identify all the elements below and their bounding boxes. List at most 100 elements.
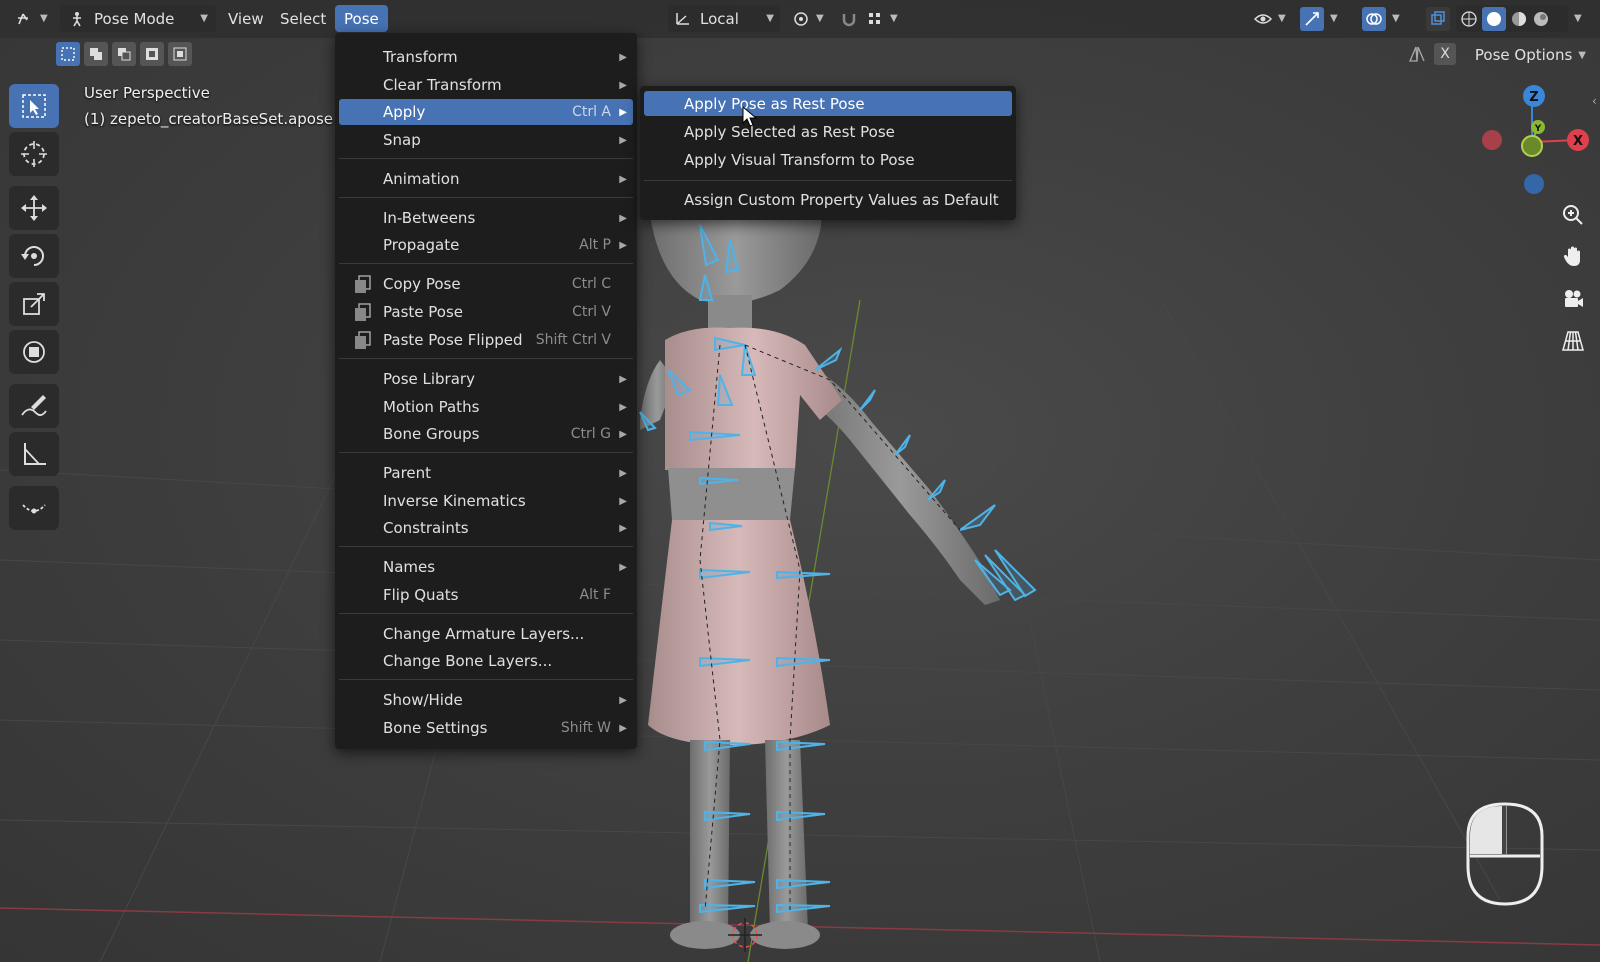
submenu-arrow-icon: ▶	[619, 722, 627, 734]
transform-tool[interactable]	[9, 330, 59, 374]
xray-icon	[1431, 10, 1445, 25]
grid-perspective-icon	[1562, 331, 1584, 351]
select-intersect-icon[interactable]	[168, 42, 192, 66]
xray-toggle[interactable]	[1424, 5, 1452, 32]
pose-menu-item-paste-pose[interactable]: Paste Pose Ctrl V	[339, 299, 633, 325]
rotate-tool[interactable]	[9, 234, 59, 278]
menu-item-shortcut: Ctrl G	[570, 426, 611, 442]
mode-dropdown[interactable]: Pose Mode ▼	[60, 5, 216, 32]
menu-item-shortcut: Alt P	[579, 237, 611, 253]
pose-menu-item-transform[interactable]: Transform ▶	[339, 44, 633, 70]
snap-target-dropdown[interactable]: ▼	[864, 5, 906, 32]
pose-menu[interactable]: Pose	[335, 5, 388, 32]
perspective-toggle-button[interactable]	[1556, 324, 1590, 358]
x-mirror-toggle[interactable]: X	[1434, 43, 1456, 65]
wireframe-shading-icon[interactable]	[1460, 10, 1478, 28]
overlays-toggle[interactable]: ▼	[1358, 5, 1412, 32]
pose-menu-item-parent[interactable]: Parent ▶	[339, 460, 633, 486]
submenu-arrow-icon: ▶	[619, 401, 627, 413]
pose-menu-item-flip-quats[interactable]: Flip Quats Alt F	[339, 582, 633, 608]
menu-separator	[339, 158, 633, 159]
menu-item-label: Transform	[383, 48, 458, 66]
gizmo-toggle[interactable]: ▼	[1296, 5, 1350, 32]
apply-pose-as-rest-pose[interactable]: Apply Pose as Rest Pose	[644, 91, 1012, 116]
snap-toggle[interactable]	[836, 5, 866, 32]
transform-orientation-dropdown[interactable]: Local ▼	[668, 5, 780, 32]
select-invert-icon[interactable]	[140, 42, 164, 66]
3d-viewport[interactable]: ▼ Pose Mode ▼ View Select Pose Local ▼ ▼…	[0, 0, 1600, 962]
annotate-icon	[21, 395, 47, 416]
mirror-icon[interactable]	[1406, 43, 1428, 65]
submenu-arrow-icon: ▶	[619, 134, 627, 146]
pose-menu-item-apply[interactable]: Apply Ctrl A ▶	[339, 99, 633, 125]
pose-menu-item-motion-paths[interactable]: Motion Paths ▶	[339, 394, 633, 420]
select-menu[interactable]: Select	[272, 5, 334, 32]
menu-item-label: Motion Paths	[383, 398, 480, 416]
pose-menu-item-change-bone-layers[interactable]: Change Bone Layers...	[339, 648, 633, 674]
menu-item-label: Names	[383, 558, 436, 576]
solid-shading-icon[interactable]	[1485, 10, 1503, 28]
select-extend-icon[interactable]	[84, 42, 108, 66]
z-axis-label: Z	[1529, 90, 1538, 105]
select-new-icon[interactable]	[56, 42, 80, 66]
pose-menu-item-show-hide[interactable]: Show/Hide ▶	[339, 687, 633, 713]
pivot-point-dropdown[interactable]: ▼	[788, 5, 832, 32]
pose-menu-item-names[interactable]: Names ▶	[339, 554, 633, 580]
pose-menu-item-bone-groups[interactable]: Bone Groups Ctrl G ▶	[339, 421, 633, 447]
menu-item-label: Pose Library	[383, 370, 475, 388]
pose-options-dropdown[interactable]: Pose Options ▼	[1469, 42, 1592, 68]
pose-menu-item-bone-settings[interactable]: Bone Settings Shift W ▶	[339, 715, 633, 741]
pose-mode-icon	[73, 11, 81, 26]
submenu-arrow-icon: ▶	[619, 79, 627, 91]
pose-menu-item-inverse-kinematics[interactable]: Inverse Kinematics ▶	[339, 488, 633, 514]
cursor-icon	[21, 141, 47, 167]
shading-options-dropdown[interactable]: ▼	[1568, 5, 1588, 32]
pose-menu-item-change-armature-layers[interactable]: Change Armature Layers...	[339, 621, 633, 647]
measure-tool[interactable]	[9, 432, 59, 476]
apply-visual-transform-to-pose[interactable]: Apply Visual Transform to Pose	[644, 147, 1012, 172]
move-tool[interactable]	[9, 186, 59, 230]
pose-menu-item-clear-transform[interactable]: Clear Transform ▶	[339, 72, 633, 98]
neg-x-axis-ball	[1482, 130, 1502, 150]
mouse-indicator	[1466, 802, 1544, 906]
scale-tool[interactable]	[9, 282, 59, 326]
pose-menu-item-constraints[interactable]: Constraints ▶	[339, 515, 633, 541]
magnet-icon	[842, 13, 856, 26]
submenu-arrow-icon: ▶	[619, 212, 627, 224]
sidebar-toggle-icon[interactable]: ‹	[1592, 94, 1597, 108]
cursor-tool[interactable]	[9, 132, 59, 176]
menu-item-label: Copy Pose	[383, 275, 461, 293]
hand-icon	[1563, 246, 1580, 266]
menu-item-label: Propagate	[383, 236, 460, 254]
pose-menu-item-paste-pose-flipped[interactable]: Paste Pose Flipped Shift Ctrl V	[339, 327, 633, 353]
annotate-tool[interactable]	[9, 384, 59, 428]
menu-item-label: Change Bone Layers...	[383, 652, 553, 670]
menu-item-label: In-Betweens	[383, 209, 476, 227]
chevron-down-icon: ▼	[1330, 13, 1338, 24]
editor-type-button[interactable]: ▼	[8, 5, 60, 32]
visibility-dropdown[interactable]: ▼	[1250, 5, 1294, 32]
camera-view-button[interactable]	[1556, 282, 1590, 316]
pose-menu-item-propagate[interactable]: Propagate Alt P ▶	[339, 232, 633, 258]
rendered-shading-icon[interactable]	[1532, 10, 1550, 28]
3d-cursor	[728, 918, 762, 952]
select-subtract-icon[interactable]	[112, 42, 136, 66]
pose-menu-item-copy-pose[interactable]: Copy Pose Ctrl C	[339, 271, 633, 297]
view-menu[interactable]: View	[220, 5, 272, 32]
select-box-tool[interactable]	[9, 84, 59, 128]
pose-menu-item-pose-library[interactable]: Pose Library ▶	[339, 366, 633, 392]
relax-pose-tool[interactable]	[9, 486, 59, 530]
pose-menu-item-in-betweens[interactable]: In-Betweens ▶	[339, 205, 633, 231]
menu-item-shortcut: Ctrl A	[572, 104, 611, 120]
assign-custom-property-values[interactable]: Assign Custom Property Values as Default	[644, 187, 1012, 212]
submenu-arrow-icon: ▶	[619, 51, 627, 63]
pose-menu-item-snap[interactable]: Snap ▶	[339, 127, 633, 153]
apply-selected-as-rest-pose[interactable]: Apply Selected as Rest Pose	[644, 119, 1012, 144]
material-shading-icon[interactable]	[1510, 10, 1528, 28]
zoom-button[interactable]	[1556, 198, 1590, 232]
submenu-arrow-icon: ▶	[619, 428, 627, 440]
pose-menu-item-animation[interactable]: Animation ▶	[339, 166, 633, 192]
pan-button[interactable]	[1556, 240, 1590, 274]
measure-icon	[24, 443, 46, 465]
navigation-gizmo[interactable]: Z X Y	[1470, 82, 1590, 202]
